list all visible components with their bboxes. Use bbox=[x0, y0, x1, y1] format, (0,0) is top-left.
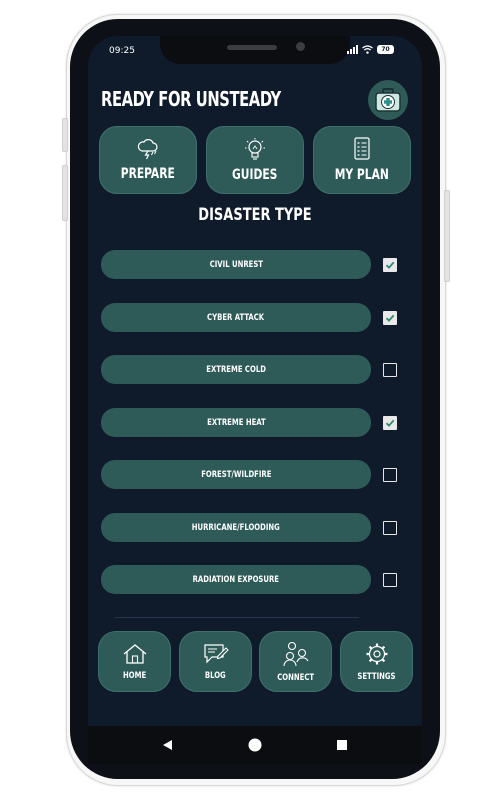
disaster-label: CIVIL UNREST bbox=[209, 259, 263, 270]
disaster-item[interactable]: CIVIL UNREST bbox=[101, 250, 371, 279]
phone-side-button bbox=[62, 165, 68, 221]
nav-blog[interactable]: BLOG bbox=[179, 631, 252, 692]
nav-home[interactable]: HOME bbox=[98, 631, 171, 692]
disaster-checkbox[interactable] bbox=[383, 468, 397, 482]
nav-connect-label: CONNECT bbox=[277, 672, 314, 683]
house-icon bbox=[123, 643, 146, 664]
disaster-label: RADIATION EXPOSURE bbox=[192, 574, 280, 585]
first-aid-kit-button[interactable] bbox=[368, 80, 408, 120]
disaster-checkbox[interactable] bbox=[383, 363, 397, 377]
status-time: 09:25 bbox=[109, 46, 135, 56]
disaster-checkbox[interactable] bbox=[383, 258, 397, 272]
disaster-item[interactable]: EXTREME HEAT bbox=[101, 408, 371, 437]
battery-icon: 70 bbox=[377, 45, 394, 54]
storm-cloud-icon bbox=[137, 139, 158, 160]
disaster-item[interactable]: HURRICANE/FLOODING bbox=[101, 513, 371, 542]
recents-icon[interactable] bbox=[337, 740, 347, 750]
disaster-label: CYBER ATTACK bbox=[207, 312, 265, 323]
speaker bbox=[227, 45, 277, 50]
check-icon bbox=[385, 261, 395, 269]
nav-connect[interactable]: CONNECT bbox=[259, 631, 332, 692]
first-aid-kit-icon bbox=[375, 88, 401, 112]
check-icon bbox=[385, 419, 395, 427]
nav-settings[interactable]: SETTINGS bbox=[340, 631, 413, 692]
people-icon bbox=[282, 641, 308, 666]
disaster-label: EXTREME HEAT bbox=[206, 417, 266, 428]
prepare-button[interactable]: PREPARE bbox=[99, 126, 197, 194]
divider bbox=[115, 617, 359, 618]
phone-side-button bbox=[62, 118, 68, 152]
disaster-checkbox[interactable] bbox=[383, 521, 397, 535]
chat-edit-icon bbox=[203, 643, 229, 663]
my-plan-label: MY PLAN bbox=[334, 167, 390, 183]
nav-blog-label: BLOG bbox=[205, 670, 226, 681]
disaster-checkbox[interactable] bbox=[383, 416, 397, 430]
nav-settings-label: SETTINGS bbox=[357, 671, 396, 682]
disaster-checkbox[interactable] bbox=[383, 311, 397, 325]
disaster-label: FOREST/WILDFIRE bbox=[200, 469, 272, 480]
app-title: READY FOR UNSTEADY bbox=[101, 87, 281, 111]
gear-icon bbox=[366, 643, 387, 664]
phone-side-button bbox=[444, 190, 450, 282]
disaster-item[interactable]: CYBER ATTACK bbox=[101, 303, 371, 332]
disaster-item[interactable]: EXTREME COLD bbox=[101, 355, 371, 384]
guides-label: GUIDES bbox=[232, 167, 278, 183]
front-camera bbox=[296, 42, 305, 51]
disaster-label: HURRICANE/FLOODING bbox=[191, 522, 281, 533]
disaster-item[interactable]: RADIATION EXPOSURE bbox=[101, 565, 371, 594]
prepare-label: PREPARE bbox=[120, 166, 175, 182]
disaster-checkbox[interactable] bbox=[383, 573, 397, 587]
nav-home-label: HOME bbox=[122, 670, 147, 681]
checklist-icon bbox=[354, 137, 370, 160]
my-plan-button[interactable]: MY PLAN bbox=[313, 126, 411, 194]
lightbulb-icon bbox=[245, 138, 265, 160]
wifi-icon bbox=[362, 45, 373, 54]
home-circle-icon[interactable] bbox=[248, 738, 262, 752]
section-title: DISASTER TYPE bbox=[198, 205, 312, 225]
notch bbox=[160, 36, 350, 64]
guides-button[interactable]: GUIDES bbox=[206, 126, 304, 194]
back-icon[interactable] bbox=[161, 739, 173, 751]
check-icon bbox=[385, 314, 395, 322]
disaster-item[interactable]: FOREST/WILDFIRE bbox=[101, 460, 371, 489]
status-icons: 70 bbox=[347, 45, 394, 54]
signal-icon bbox=[347, 45, 358, 54]
disaster-label: EXTREME COLD bbox=[206, 364, 266, 375]
